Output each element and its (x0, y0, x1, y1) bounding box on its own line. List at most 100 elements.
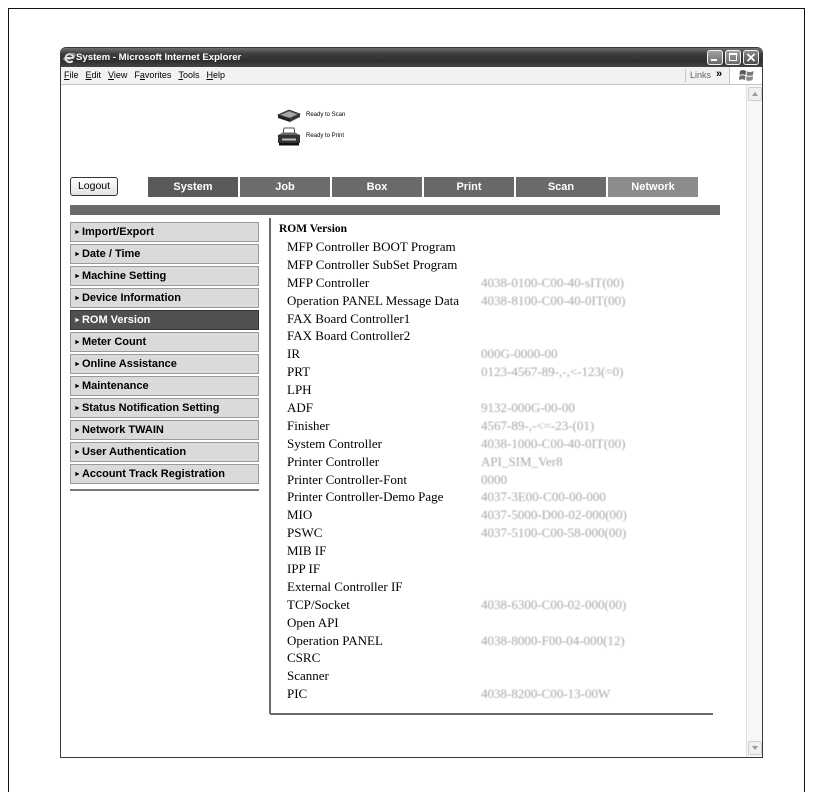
tab-scan[interactable]: Scan (516, 177, 606, 197)
scroll-down-button[interactable] (748, 741, 762, 755)
sidebar-item-import-export[interactable]: ►Import/Export (70, 222, 259, 242)
sidebar-item-label: Meter Count (81, 336, 147, 348)
accelerator-key: a (139, 70, 145, 80)
window-title: System - Microsoft Internet Explorer (76, 52, 242, 63)
logout-button[interactable]: Logout (70, 177, 118, 196)
page-title: ROM Version (279, 223, 348, 235)
accelerator-key: F (64, 70, 70, 80)
links-toolbar-label[interactable]: Links (690, 67, 711, 84)
printer-icon (276, 126, 302, 152)
print-status-text: Ready to Print (306, 133, 345, 139)
minimize-button[interactable] (707, 50, 723, 65)
arrow-right-icon: ► (74, 471, 81, 478)
rom-row-scanner: Scanner (287, 667, 727, 685)
tab-underline-bar (70, 205, 720, 215)
rom-row-mfp-controller-subset-program: MFP Controller SubSet Program (287, 256, 727, 274)
rom-row-label: IR (287, 346, 300, 362)
rom-row-external-controller-if: External Controller IF (287, 578, 727, 596)
throbber (729, 67, 762, 84)
rom-row-label: PRT (287, 364, 311, 380)
sidebar-item-account-track-registration[interactable]: ►Account Track Registration (70, 464, 259, 484)
scroll-up-button[interactable] (748, 87, 762, 101)
rom-row-label: MFP Controller BOOT Program (287, 239, 456, 254)
sidebar-item-device-information[interactable]: ►Device Information (70, 288, 259, 308)
sidebar-item-user-authentication[interactable]: ►User Authentication (70, 442, 259, 462)
rom-row-label: Printer Controller-Font (287, 471, 407, 487)
rom-row-label: Finisher (287, 417, 330, 433)
rom-row-value: 4038-1000-C00-40-0IT(00) (481, 435, 626, 451)
windows-logo-icon (739, 70, 754, 81)
sidebar-item-date-time[interactable]: ►Date / Time (70, 244, 259, 264)
rom-row-adf: ADF 9132-000G-00-00 (287, 399, 727, 417)
browser-window: System - Microsoft Internet Explorer Fil… (60, 47, 763, 758)
rom-row-pswc: PSWC 4037-5100-C00-58-000(00) (287, 524, 727, 542)
rom-row-printer-controller: Printer Controller API_SIM_Ver8 (287, 453, 727, 471)
sidebar-item-label: Import/Export (81, 226, 155, 238)
menu-items: File Edit View Favorites Tools Help (64, 67, 232, 84)
rom-row-value: 4038-8000-F00-04-000(12) (481, 632, 625, 648)
rom-row-label: FAX Board Controller1 (287, 310, 411, 326)
rom-row-value: 000G-0000-00 (481, 346, 558, 362)
rom-row-label: MFP Controller SubSet Program (287, 256, 458, 272)
menu-favorites[interactable]: Favorites (134, 70, 171, 80)
menu-edit[interactable]: Edit (86, 70, 102, 80)
rom-row-csrc: CSRC (287, 649, 727, 667)
sidebar-item-machine-setting[interactable]: ►Machine Setting (70, 266, 259, 286)
menu-tools[interactable]: Tools (178, 70, 199, 80)
sidebar-item-label: Maintenance (81, 380, 149, 392)
sidebar-item-online-assistance[interactable]: ►Online Assistance (70, 354, 259, 374)
menu-help[interactable]: Help (206, 70, 225, 80)
sidebar-item-maintenance[interactable]: ►Maintenance (70, 376, 259, 396)
rom-row-mfp-controller-boot-program: MFP Controller BOOT Program (287, 238, 727, 256)
sidebar-item-rom-version[interactable]: ►ROM Version (70, 310, 259, 330)
rom-row-value: 4038-8100-C00-40-0IT(00) (481, 292, 626, 308)
rom-row-printer-controller-demo-page: Printer Controller-Demo Page 4037-3E00-C0… (287, 488, 727, 506)
rom-row-system-controller: System Controller 4038-1000-C00-40-0IT(00… (287, 435, 727, 453)
rom-row-label: Printer Controller-Demo Page (287, 489, 444, 505)
menu-view[interactable]: View (108, 70, 127, 80)
close-button[interactable] (743, 50, 759, 65)
rom-row-label: MFP Controller (287, 274, 370, 290)
rom-row-label: ADF (287, 400, 314, 416)
arrow-up-icon (752, 92, 758, 96)
vertical-scrollbar[interactable] (746, 85, 762, 757)
sidebar-item-label: Status Notification Setting (81, 402, 220, 414)
page-viewport: Ready to Scan Ready to Print Logout Syst… (61, 85, 762, 757)
sidebar-item-label: Network TWAIN (81, 424, 164, 436)
rom-row-value: 4037-5100-C00-58-000(00) (481, 525, 627, 541)
rom-row-value: 4038-0100-C00-40-sIT(00) (481, 274, 624, 290)
rom-row-operation-panel: Operation PANEL 4038-8000-F00-04-000(12) (287, 632, 727, 650)
links-chevron-icon[interactable]: » (716, 66, 722, 82)
main-tabs: System Job Box Print Scan Network (148, 177, 698, 197)
rom-row-value: 0000 (481, 471, 507, 487)
rom-row-value: 4038-8200-C00-13-00W (481, 686, 611, 702)
accelerator-key: H (206, 70, 213, 80)
rom-row-label: PSWC (287, 525, 323, 541)
sidebar-item-meter-count[interactable]: ►Meter Count (70, 332, 259, 352)
menu-file[interactable]: File (64, 70, 79, 80)
rom-row-mib-if: MIB IF (287, 542, 727, 560)
tab-system[interactable]: System (148, 177, 238, 197)
rom-row-tcp-socket: TCP/Socket 4038-6300-C00-02-000(00) (287, 596, 727, 614)
rom-row-finisher: Finisher 4567-89-,-<=-23-(01) (287, 417, 727, 435)
title-bar[interactable]: System - Microsoft Internet Explorer (61, 48, 762, 67)
rom-row-prt: PRT 0123-4567-89-,-,<-123(=0) (287, 363, 727, 381)
maximize-button[interactable] (725, 50, 741, 65)
rom-row-value: 4567-89-,-<=-23-(01) (481, 417, 595, 433)
sidebar-bottom-rule (70, 489, 259, 491)
sidebar-item-status-notification-setting[interactable]: ►Status Notification Setting (70, 398, 259, 418)
tab-print[interactable]: Print (424, 177, 514, 197)
sidebar-item-label: Device Information (81, 292, 181, 304)
tab-job[interactable]: Job (240, 177, 330, 197)
arrow-right-icon: ► (74, 427, 81, 434)
tab-box[interactable]: Box (332, 177, 422, 197)
tab-network[interactable]: Network (608, 177, 698, 197)
sidebar-item-network-twain[interactable]: ►Network TWAIN (70, 420, 259, 440)
rom-version-table: MFP Controller BOOT Program MFP Controlle… (287, 238, 727, 703)
rom-row-label: LPH (287, 382, 312, 398)
rom-row-value: 4038-6300-C00-02-000(00) (481, 596, 627, 612)
rom-row-label: System Controller (287, 435, 382, 451)
close-icon (746, 53, 756, 62)
rom-row-value: 4037-5000-D00-02-000(00) (481, 507, 627, 523)
rom-row-mio: MIO 4037-5000-D00-02-000(00) (287, 506, 727, 524)
